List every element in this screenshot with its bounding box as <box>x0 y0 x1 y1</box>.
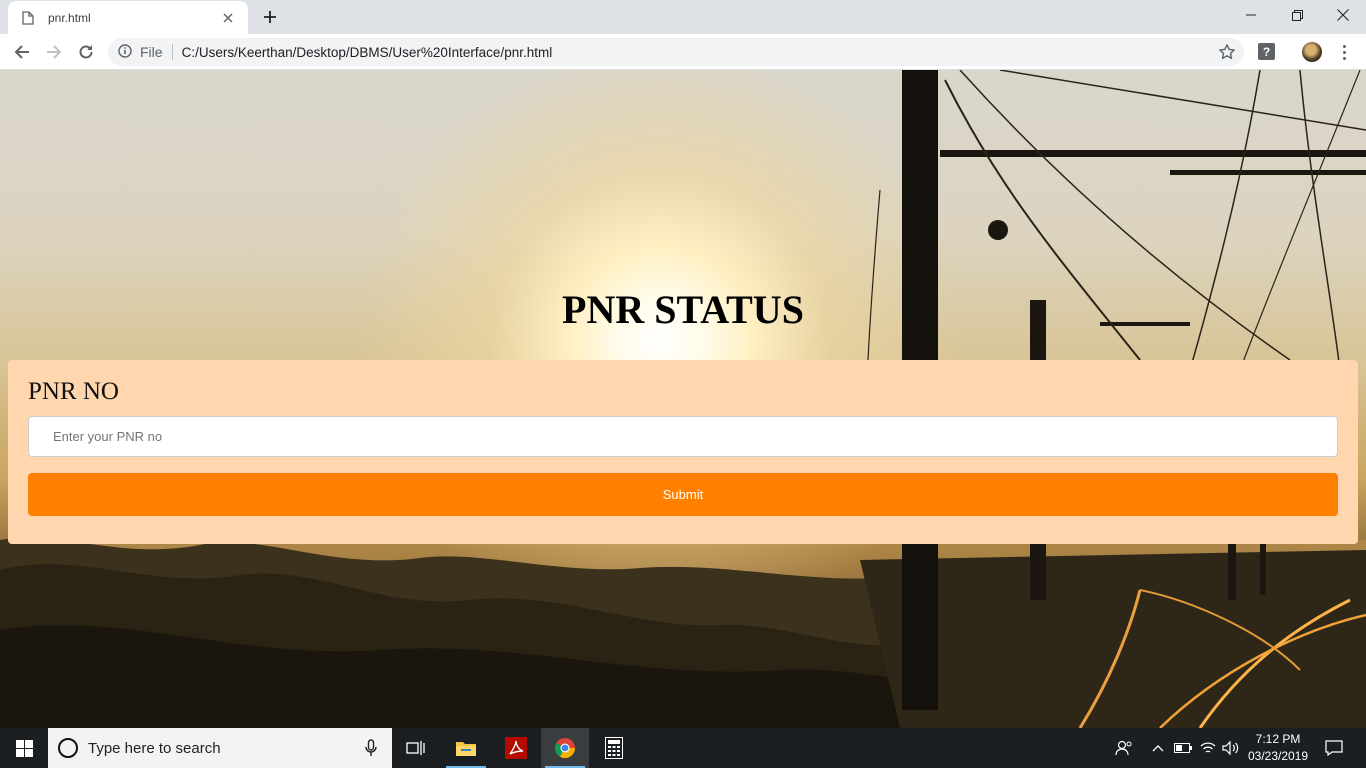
page-title: PNR STATUS <box>562 287 804 332</box>
clock-time: 7:12 PM <box>1255 732 1301 746</box>
document-icon <box>20 10 36 26</box>
minimize-icon[interactable] <box>1228 0 1274 30</box>
forward-arrow-icon[interactable] <box>40 38 68 66</box>
back-arrow-icon[interactable] <box>8 38 36 66</box>
address-bar[interactable]: File C:/Users/Keerthan/Desktop/DBMS/User… <box>108 38 1244 66</box>
microphone-icon[interactable] <box>356 728 386 768</box>
people-icon[interactable] <box>1110 728 1138 768</box>
browser-toolbar: File C:/Users/Keerthan/Desktop/DBMS/User… <box>0 34 1366 70</box>
taskbar-search-box[interactable]: Type here to search <box>48 728 392 768</box>
info-icon[interactable] <box>118 43 132 61</box>
windows-taskbar: Type here to search 7:12 PM 03/23/2019 <box>0 728 1366 768</box>
tab-close-icon[interactable] <box>220 10 236 26</box>
profile-avatar[interactable] <box>1302 42 1322 62</box>
window-close-icon[interactable] <box>1320 0 1366 30</box>
pnr-label: PNR NO <box>28 378 119 405</box>
browser-menu-icon[interactable] <box>1334 42 1354 62</box>
restore-icon[interactable] <box>1274 0 1320 30</box>
tab-title: pnr.html <box>48 10 91 25</box>
url-text[interactable]: C:/Users/Keerthan/Desktop/DBMS/User%20In… <box>182 45 553 60</box>
browser-tab-strip: pnr.html <box>0 0 1366 34</box>
taskbar-clock[interactable]: 7:12 PM 03/23/2019 <box>1240 731 1316 765</box>
bookmark-star-icon[interactable] <box>1218 43 1236 61</box>
browser-tab[interactable]: pnr.html <box>8 1 248 34</box>
scheme-label: File <box>140 44 163 60</box>
pnr-input[interactable] <box>28 416 1338 457</box>
file-explorer-icon[interactable] <box>442 728 490 768</box>
show-hidden-icons-chevron-icon[interactable] <box>1148 728 1168 768</box>
clock-date: 03/23/2019 <box>1247 749 1309 763</box>
cortana-icon[interactable] <box>58 738 78 758</box>
pnr-form-card: PNR NO Submit <box>8 360 1358 544</box>
new-tab-icon[interactable] <box>258 5 282 29</box>
chrome-icon[interactable] <box>541 728 589 768</box>
reload-icon[interactable] <box>72 38 100 66</box>
extension-help-icon[interactable]: ? <box>1258 43 1275 60</box>
notification-center-icon[interactable] <box>1318 728 1350 768</box>
calculator-icon[interactable] <box>590 728 638 768</box>
battery-icon[interactable] <box>1172 728 1194 768</box>
volume-icon[interactable] <box>1220 728 1242 768</box>
taskbar-search-placeholder: Type here to search <box>88 739 221 757</box>
wifi-icon[interactable] <box>1197 728 1219 768</box>
submit-button[interactable]: Submit <box>28 473 1338 516</box>
acrobat-reader-icon[interactable] <box>492 728 540 768</box>
page-viewport: PNR STATUS PNR NO Submit <box>0 70 1366 728</box>
windows-start-icon[interactable] <box>0 728 48 768</box>
omnibox-divider <box>171 44 173 60</box>
task-view-icon[interactable] <box>392 728 440 768</box>
